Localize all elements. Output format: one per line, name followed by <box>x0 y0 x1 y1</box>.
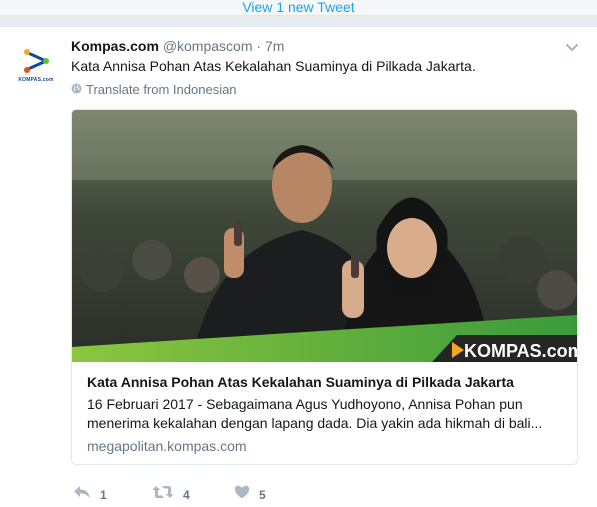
chevron-down-icon[interactable] <box>566 39 578 57</box>
view-new-tweet-button[interactable]: View 1 new Tweet <box>0 0 597 16</box>
avatar-caption: KOMPAS.com <box>18 76 54 83</box>
tweet-actions: 1 4 5 <box>73 485 266 504</box>
retweet-count: 4 <box>183 487 190 502</box>
card-image: KOMPAS.com <box>72 110 577 362</box>
like-count: 5 <box>259 487 266 502</box>
kompas-logo-icon <box>21 48 51 79</box>
avatar[interactable]: KOMPAS.com <box>12 41 60 89</box>
reply-count: 1 <box>100 487 107 502</box>
tweet-header: Kompas.com @kompascom · 7m <box>71 38 284 54</box>
translate-link[interactable]: Translate from Indonesian <box>71 82 237 97</box>
card-title[interactable]: Kata Annisa Pohan Atas Kekalahan Suaminy… <box>87 374 565 390</box>
like-button[interactable]: 5 <box>234 485 266 504</box>
card-description-line: 16 Februari 2017 - Sebagaimana Agus Yudh… <box>87 396 523 412</box>
reply-icon <box>73 485 91 504</box>
card-domain: megapolitan.kompas.com <box>87 438 247 454</box>
tweet-text: Kata Annisa Pohan Atas Kekalahan Suaminy… <box>71 58 476 74</box>
author-name[interactable]: Kompas.com <box>71 38 159 54</box>
card-description-line: menerima kekalahan dengan lapang dada. D… <box>87 415 543 431</box>
tweet-timestamp[interactable]: 7m <box>265 38 284 54</box>
card-body: Kata Annisa Pohan Atas Kekalahan Suaminy… <box>87 374 565 454</box>
reply-button[interactable]: 1 <box>73 485 152 504</box>
tweet[interactable]: KOMPAS.com Kompas.com @kompascom · 7m Ka… <box>0 26 597 507</box>
link-card[interactable]: KOMPAS.com Kata Annisa Pohan Atas Kekala… <box>71 109 578 465</box>
author-handle[interactable]: @kompascom <box>163 38 253 54</box>
card-description: 16 Februari 2017 - Sebagaimana Agus Yudh… <box>87 395 565 433</box>
retweet-button[interactable]: 4 <box>152 485 234 504</box>
card-image-watermark: KOMPAS.com <box>464 341 577 361</box>
separator: · <box>256 38 262 54</box>
heart-icon <box>234 485 250 504</box>
globe-icon <box>71 82 82 97</box>
retweet-icon <box>152 485 174 504</box>
translate-label: Translate from Indonesian <box>86 82 237 97</box>
